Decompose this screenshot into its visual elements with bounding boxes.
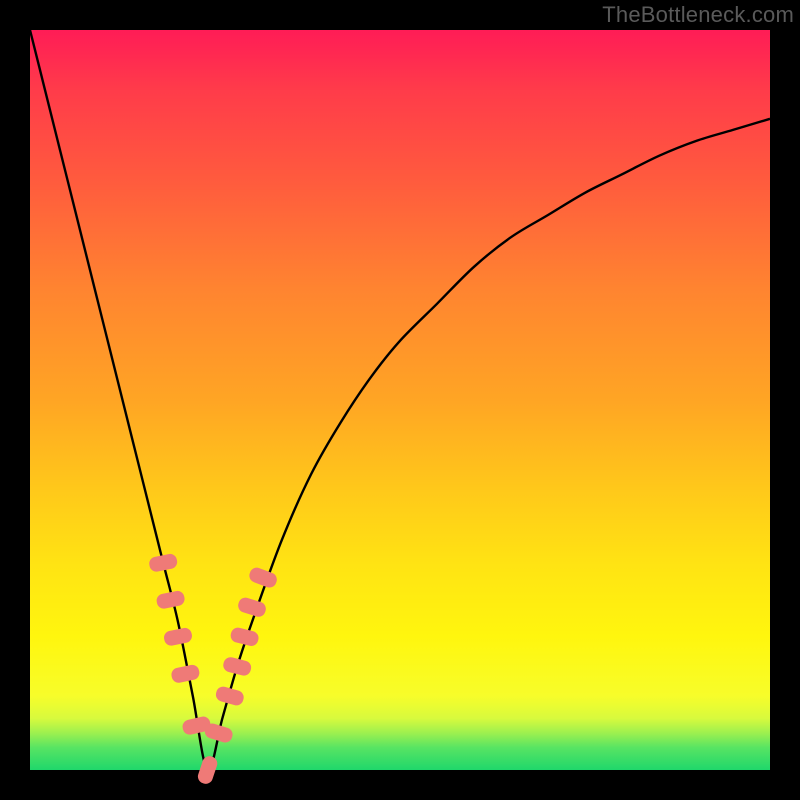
curve-marker (222, 656, 253, 677)
bottleneck-curve-path (30, 30, 770, 770)
curve-marker (170, 664, 200, 684)
curve-marker (155, 590, 185, 610)
curve-marker (229, 626, 260, 647)
watermark-text: TheBottleneck.com (602, 2, 794, 28)
curve-marker (247, 566, 278, 590)
curve-marker (214, 685, 245, 707)
marker-group (148, 553, 279, 786)
curve-marker (236, 596, 267, 619)
curve-marker (163, 627, 193, 647)
curve-svg (30, 30, 770, 770)
curve-marker (196, 754, 219, 785)
chart-frame: TheBottleneck.com (0, 0, 800, 800)
curve-marker (148, 553, 178, 573)
curve-marker (203, 722, 234, 744)
plot-area (30, 30, 770, 770)
